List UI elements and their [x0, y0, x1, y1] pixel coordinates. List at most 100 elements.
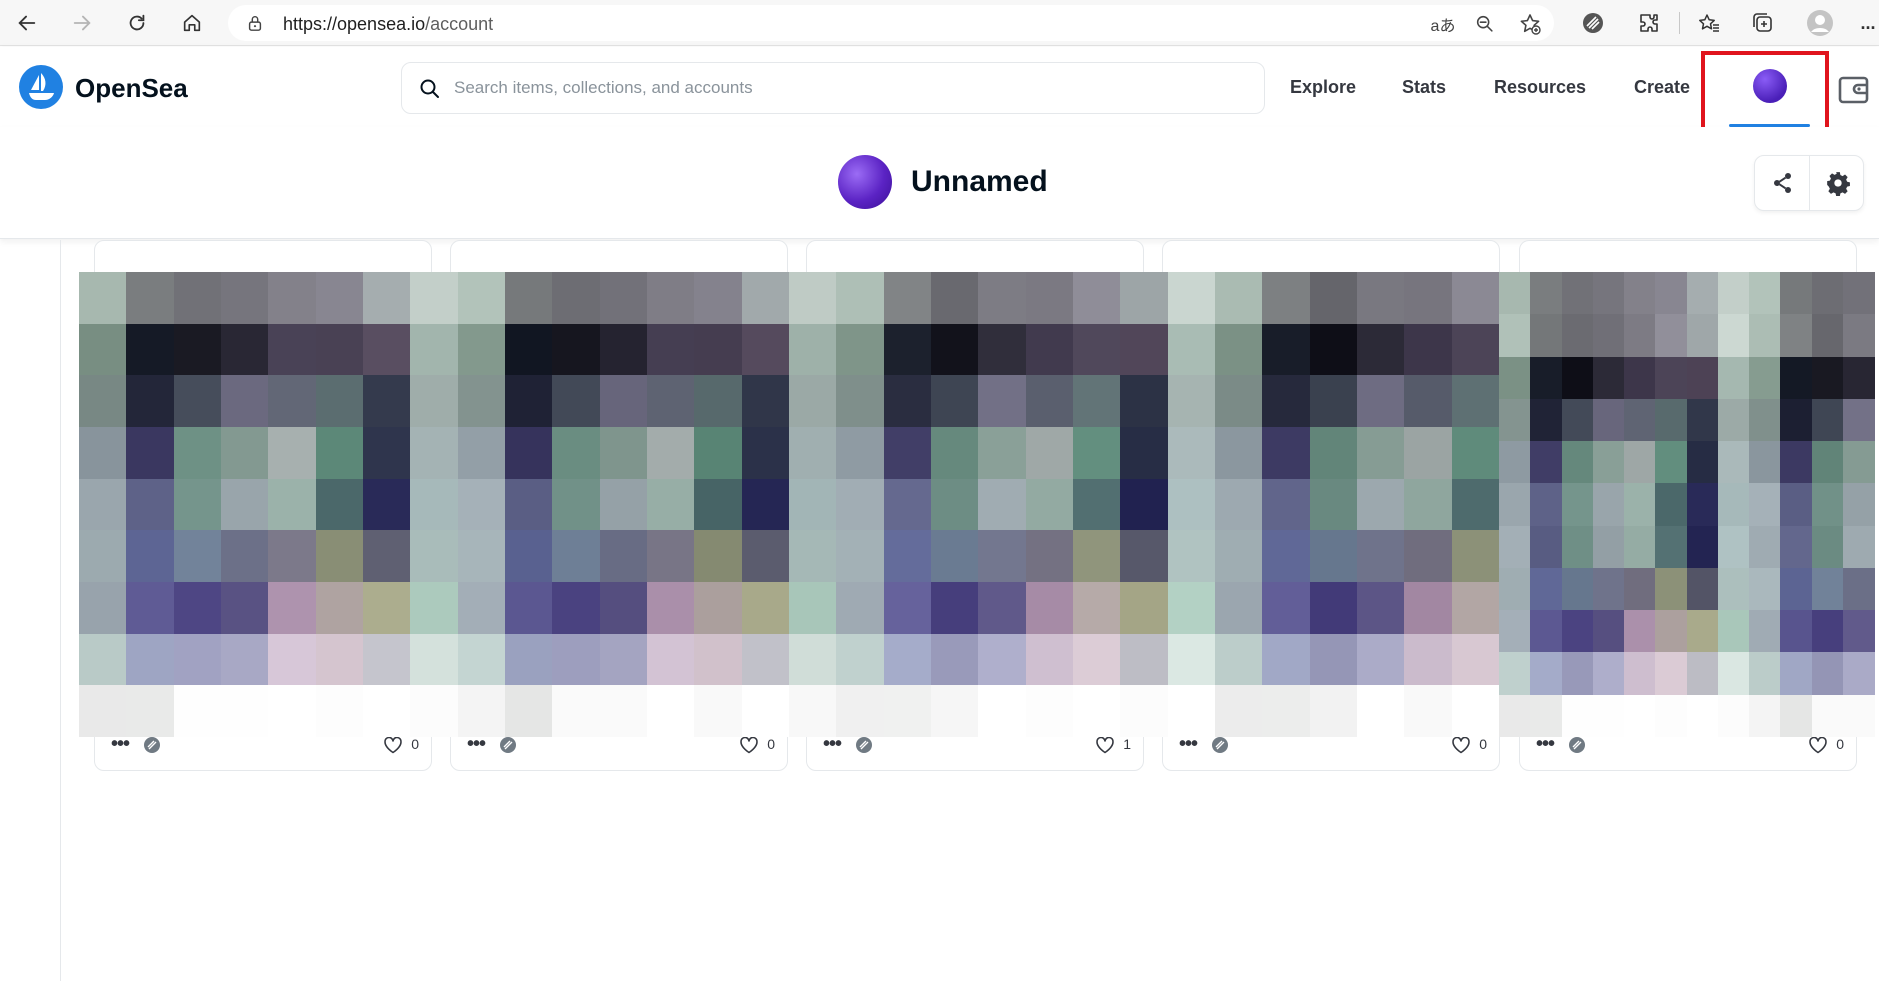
pixel-block — [1592, 567, 1625, 611]
search-box[interactable] — [401, 62, 1265, 114]
nft-image-mosaic[interactable] — [1499, 272, 1875, 738]
pixel-block — [1561, 272, 1594, 315]
heart-icon[interactable] — [1808, 736, 1828, 754]
pixel-block — [1686, 525, 1719, 569]
pixel-block — [647, 685, 695, 738]
nft-image-mosaic[interactable] — [79, 272, 1500, 738]
pixel-block — [1404, 323, 1453, 376]
pixel-block — [173, 375, 222, 428]
heart-icon[interactable] — [1451, 736, 1471, 754]
opensea-logo-icon[interactable] — [19, 65, 63, 109]
pixel-block — [1780, 652, 1812, 696]
forward-arrow-icon[interactable] — [65, 6, 99, 40]
pixel-block — [1592, 314, 1625, 358]
profile-icon[interactable] — [1805, 8, 1835, 38]
pixel-block — [315, 530, 364, 583]
heart-icon[interactable] — [1095, 736, 1115, 754]
heart-icon[interactable] — [739, 736, 759, 754]
pixel-block — [836, 427, 885, 480]
pixel-block — [1357, 633, 1405, 686]
reload-icon[interactable] — [120, 6, 154, 40]
pixel-block — [1499, 356, 1531, 400]
pixel-block — [1686, 356, 1719, 400]
wallet-icon[interactable] — [1838, 75, 1870, 105]
pixel-block — [1262, 478, 1311, 531]
back-arrow-icon[interactable] — [10, 6, 44, 40]
pixel-block — [1167, 427, 1216, 480]
pixel-block — [1655, 694, 1687, 738]
pixel-block — [315, 323, 364, 376]
extensions-puzzle-icon[interactable] — [1634, 8, 1664, 38]
address-bar[interactable]: https://opensea.io/account aあ — [228, 5, 1554, 41]
pixel-block — [410, 375, 459, 428]
pixel-block — [1655, 314, 1687, 358]
pixel-block — [1780, 525, 1812, 569]
pixel-block — [1120, 478, 1169, 531]
translate-icon[interactable]: aあ — [1428, 12, 1458, 36]
nav-stats[interactable]: Stats — [1402, 77, 1446, 98]
nav-explore[interactable]: Explore — [1290, 77, 1356, 98]
pixel-block — [552, 323, 601, 376]
pixel-block — [1561, 652, 1594, 696]
heart-icon[interactable] — [383, 736, 403, 754]
share-icon — [1773, 173, 1791, 193]
pixel-block — [1499, 314, 1531, 358]
nav-resources[interactable]: Resources — [1494, 77, 1586, 98]
pixel-block — [1451, 530, 1500, 583]
pixel-block — [1842, 314, 1875, 358]
collections-icon[interactable] — [1748, 8, 1778, 38]
pixel-block — [505, 375, 553, 428]
nav-create[interactable]: Create — [1634, 77, 1690, 98]
zoom-icon[interactable] — [1473, 12, 1497, 36]
pixel-block — [363, 685, 411, 738]
pixel-block — [1025, 633, 1074, 686]
more-icon[interactable]: ... — [1857, 8, 1879, 38]
pixel-block — [1811, 483, 1844, 527]
pixel-block — [457, 685, 506, 738]
favorites-icon[interactable] — [1694, 8, 1724, 38]
settings-button[interactable] — [1810, 156, 1865, 210]
pixel-block — [1167, 530, 1216, 583]
url-domain: https://opensea.io — [283, 14, 426, 34]
like-count: 0 — [767, 736, 775, 752]
pixel-block — [1025, 530, 1074, 583]
pixel-block — [363, 633, 411, 686]
pixel-block — [1499, 398, 1531, 442]
pixel-block — [79, 323, 127, 376]
url-text[interactable]: https://opensea.io/account — [283, 14, 493, 35]
share-button[interactable] — [1755, 156, 1810, 210]
pixel-block — [1167, 323, 1216, 376]
pixel-block — [1842, 483, 1875, 527]
lock-icon[interactable] — [246, 14, 264, 32]
pixel-block — [457, 323, 506, 376]
search-input[interactable] — [454, 73, 1234, 103]
pixel-block — [694, 427, 743, 480]
pixel-block — [1357, 323, 1405, 376]
brand-name[interactable]: OpenSea — [75, 73, 188, 104]
pixel-block — [694, 323, 743, 376]
pixel-block — [1530, 483, 1562, 527]
pixel-block — [1451, 323, 1500, 376]
pixel-block — [1780, 483, 1812, 527]
pixel-block — [1624, 272, 1656, 315]
home-icon[interactable] — [175, 6, 209, 40]
pixel-block — [457, 582, 506, 635]
pixel-block — [1842, 610, 1875, 653]
user-avatar[interactable] — [838, 155, 892, 209]
pixel-block — [931, 427, 979, 480]
chain-badge-icon — [856, 737, 872, 753]
favorite-star-icon[interactable] — [1518, 12, 1542, 36]
pixel-block — [1842, 398, 1875, 442]
pixel-block — [1655, 441, 1687, 484]
pixel-block — [1592, 356, 1625, 400]
pixel-block — [268, 633, 317, 686]
pixel-block — [1624, 441, 1656, 484]
pixel-block — [410, 478, 459, 531]
pixel-block — [1025, 375, 1074, 428]
pixel-block — [1262, 530, 1311, 583]
opensea-extension-icon[interactable] — [1578, 8, 1608, 38]
pixel-block — [1357, 427, 1405, 480]
pixel-block — [1749, 694, 1781, 738]
pixel-block — [315, 633, 364, 686]
pixel-block — [1686, 567, 1719, 611]
